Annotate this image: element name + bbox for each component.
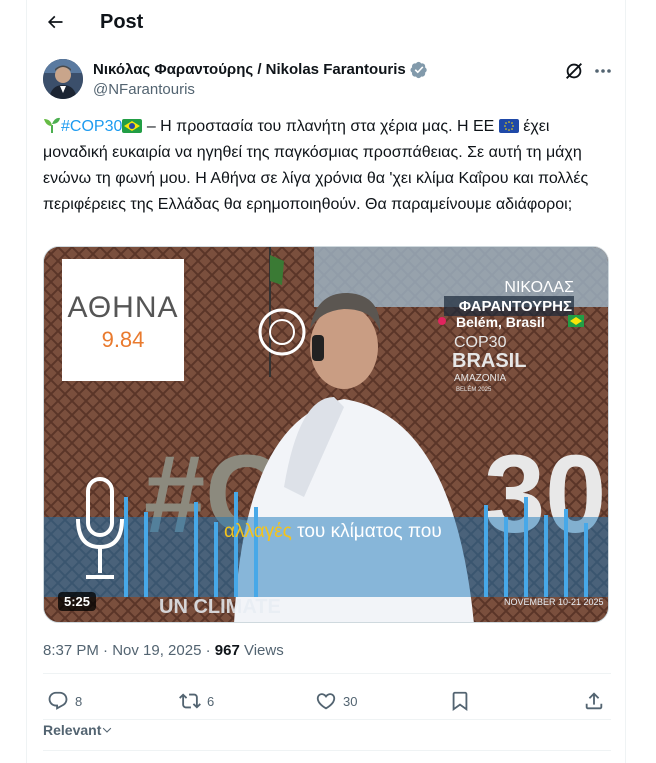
page-title: Post — [100, 11, 144, 33]
repost-button[interactable]: 6 — [179, 688, 214, 714]
sort-label: Relevant — [43, 722, 102, 738]
tweet-text-part1: – Η προστασία του πλανήτη στα χέρια μας.… — [142, 118, 499, 135]
banner-line3: AMAZONIA — [454, 373, 507, 384]
bookmark-icon — [452, 691, 468, 712]
post-column: Post Νικόλας Φαραντούρης / Nikolas Faran… — [26, 0, 626, 763]
chevron-down-icon — [103, 727, 112, 733]
event-dates: NOVEMBER 10-21 2025 — [504, 597, 604, 607]
subtitle-highlight: αλλαγές — [224, 521, 292, 542]
author-name-row: Νικόλας Φαραντούρης / Nikolas Farantouri… — [93, 60, 428, 80]
reply-count: 8 — [75, 693, 83, 709]
verified-badge-icon — [410, 61, 427, 79]
reply-button[interactable]: 8 — [47, 688, 82, 714]
video-player[interactable]: ΑΘΗΝΑ 9.84 #C 30 ΝΙΚΟΛΑΣ ΦΑΡΑΝΤΟΥΡΗΣ Bel… — [43, 246, 609, 623]
brazil-flag-icon — [122, 119, 143, 133]
video-thumbnail: ΑΘΗΝΑ 9.84 #C 30 ΝΙΚΟΛΑΣ ΦΑΡΑΝΤΟΥΡΗΣ Bel… — [44, 247, 608, 622]
eu-flag-icon — [498, 119, 519, 133]
heart-icon — [316, 693, 336, 710]
seedling-emoji-icon — [44, 117, 60, 133]
back-button[interactable] — [43, 10, 67, 34]
post-header: Post — [27, 0, 627, 44]
overlay-location: Belém, Brasil — [456, 314, 545, 330]
action-bar: 8 6 30 — [43, 688, 611, 714]
radio-logo-frequency: 9.84 — [102, 327, 145, 352]
repost-icon — [179, 693, 201, 709]
like-button[interactable]: 30 — [315, 688, 357, 714]
views-count: 967 — [214, 642, 240, 659]
more-dots-icon — [595, 69, 611, 73]
views-label: Views — [239, 642, 284, 659]
subtitle-rest: του κλίματος που — [292, 521, 442, 542]
author-display-name[interactable]: Νικόλας Φαραντούρης / Nikolas Farantouri… — [93, 60, 406, 80]
tweet-text: #COP30 – Η προστασία του πλανήτη στα χέρ… — [43, 114, 613, 218]
divider — [43, 750, 611, 751]
divider — [43, 719, 611, 720]
sort-replies-button[interactable]: Relevant — [43, 722, 113, 738]
post-timestamp[interactable]: 8:37 PM · Nov 19, 2025 · — [43, 642, 215, 659]
share-button[interactable] — [583, 688, 605, 714]
un-climate-text: UN CLIMATE — [159, 596, 281, 618]
reply-icon — [48, 691, 68, 710]
banner-line4: BELÉM 2025 — [456, 386, 492, 393]
grok-button[interactable] — [563, 60, 585, 82]
overlay-name-line2: ΦΑΡΑΝΤΟΥΡΗΣ — [459, 298, 572, 315]
share-icon — [585, 692, 603, 710]
author-handle[interactable]: @NFarantouris — [93, 80, 195, 100]
radio-logo-text: ΑΘΗΝΑ — [67, 291, 178, 324]
banner-line1: COP30 — [454, 334, 507, 351]
video-duration-badge: 5:25 — [58, 592, 97, 611]
avatar[interactable] — [43, 59, 83, 99]
bookmark-button[interactable] — [449, 688, 471, 714]
like-count: 30 — [343, 693, 358, 709]
arrow-left-icon — [47, 15, 63, 29]
more-options-button[interactable] — [591, 60, 615, 82]
overlay-name-line1: ΝΙΚΟΛΑΣ — [504, 279, 574, 296]
divider — [43, 673, 611, 674]
subtitle: αλλαγές του κλίματος που — [224, 521, 442, 542]
banner-line2: BRASIL — [452, 350, 526, 372]
hashtag-link[interactable]: #COP30 — [61, 118, 122, 135]
pin-icon — [438, 317, 446, 325]
post-meta: 8:37 PM · Nov 19, 2025 · 967 Views — [43, 641, 284, 661]
repost-count: 6 — [207, 693, 215, 709]
grok-icon — [566, 63, 582, 79]
